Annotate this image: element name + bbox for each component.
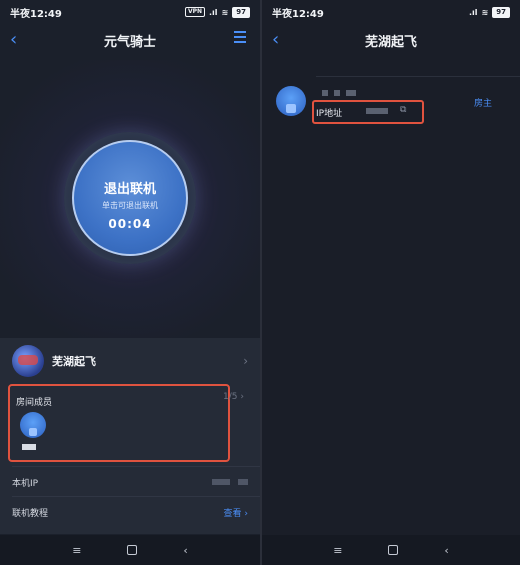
room-avatar <box>12 345 44 377</box>
member-count: 1/5 › <box>223 392 244 402</box>
status-icons: VPN .ıl ≋ 97 <box>184 6 250 18</box>
room-row[interactable]: 芜湖起飞 › <box>12 344 248 378</box>
connection-timer: 00:04 <box>108 217 152 231</box>
divider <box>12 496 260 497</box>
exit-label: 退出联机 <box>103 182 156 197</box>
chevron-right-icon: › <box>243 354 248 368</box>
back-nav-icon[interactable]: ‹ <box>183 544 187 557</box>
system-navbar: ≡ ‹ <box>0 535 260 565</box>
copy-icon[interactable]: ⧉ <box>400 105 406 115</box>
back-button[interactable]: ‹ <box>272 30 279 50</box>
menu-nav-icon[interactable]: ≡ <box>333 544 342 557</box>
ip-address-label: IP地址 <box>316 109 343 119</box>
status-time: 半夜12:49 <box>272 8 324 20</box>
wifi-icon: ≋ <box>221 7 229 17</box>
member-avatar[interactable] <box>20 412 46 438</box>
divider <box>12 466 260 467</box>
room-members-label: 房间成员 <box>16 398 53 408</box>
room-card: 芜湖起飞 › 房间成员 本机IP 联机教程 查看 › <box>0 338 260 534</box>
guide-label: 联机教程 <box>12 508 49 519</box>
status-bar: 半夜12:49 VPN .ıl ≋ 97 <box>0 0 260 24</box>
page-title: 元气骑士 <box>103 34 156 50</box>
battery-icon: 97 <box>492 6 510 18</box>
view-guide-link[interactable]: 查看 › <box>224 506 248 519</box>
home-nav-icon[interactable] <box>388 545 399 555</box>
signal-icon: .ıl <box>209 7 218 17</box>
right-screen: 半夜12:49 .ıl ≋ 97 ‹ 芜湖起飞 IP地址 ⧉ 房主 ≡ ‹ <box>262 0 520 565</box>
room-members-section[interactable]: 房间成员 <box>8 384 230 462</box>
ip-address-highlight: IP地址 ⧉ <box>312 100 424 124</box>
divider <box>316 76 520 77</box>
battery-icon: 97 <box>232 6 250 18</box>
back-button[interactable]: ‹ <box>10 30 17 50</box>
page-title: 芜湖起飞 <box>364 34 417 50</box>
home-nav-icon[interactable] <box>127 545 138 555</box>
room-name: 芜湖起飞 <box>52 355 96 368</box>
header: ‹ 芜湖起飞 <box>262 28 520 52</box>
left-screen: 半夜12:49 VPN .ıl ≋ 97 ‹ 元气骑士 退出联机 单击可退出联机… <box>0 0 260 565</box>
guide-row[interactable]: 联机教程 查看 › <box>12 502 248 522</box>
status-bar: 半夜12:49 .ıl ≋ 97 <box>262 0 520 24</box>
local-ip-row: 本机IP <box>12 472 248 492</box>
member-name-redacted <box>22 444 36 450</box>
wifi-icon: ≋ <box>481 7 489 17</box>
back-nav-icon[interactable]: ‹ <box>444 544 448 557</box>
local-ip-value-redacted <box>212 479 248 485</box>
system-navbar: ≡ ‹ <box>262 535 520 565</box>
menu-icon[interactable] <box>234 31 246 46</box>
local-ip-label: 本机IP <box>12 478 39 489</box>
owner-badge: 房主 <box>473 99 492 109</box>
header: ‹ 元气骑士 <box>0 28 260 52</box>
menu-nav-icon[interactable]: ≡ <box>72 544 81 557</box>
ip-address-value-redacted <box>366 108 388 114</box>
status-icons: .ıl ≋ 97 <box>469 6 510 18</box>
exit-connection-button[interactable]: 退出联机 单击可退出联机 00:04 <box>72 140 188 256</box>
signal-icon: .ıl <box>469 7 478 17</box>
member-avatar[interactable] <box>276 86 306 116</box>
member-name-redacted <box>322 90 356 96</box>
status-time: 半夜12:49 <box>10 8 62 20</box>
vpn-icon: VPN <box>184 7 206 17</box>
exit-hint: 单击可退出联机 <box>102 201 158 210</box>
